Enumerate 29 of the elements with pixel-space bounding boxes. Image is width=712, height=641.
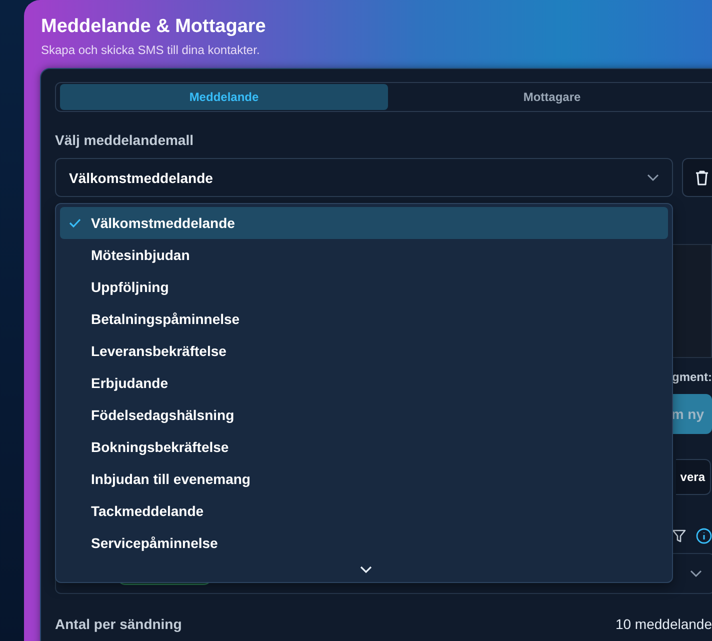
delete-button[interactable] — [682, 158, 712, 197]
menu-item[interactable]: Leveransbekräftelse — [60, 335, 668, 367]
scroll-down-icon[interactable] — [360, 566, 372, 574]
card-title: Meddelande & Mottagare — [41, 16, 267, 38]
menu-item[interactable]: Bokningsbekräftelse — [60, 431, 668, 463]
menu-item[interactable]: Erbjudande — [60, 367, 668, 399]
menu-item[interactable]: Födelsedagshälsning — [60, 399, 668, 431]
batch-label: Antal per sändning — [55, 616, 182, 632]
batch-value: 10 meddelande — [615, 616, 712, 632]
check-icon — [69, 218, 81, 228]
segment-label: gment: — [672, 370, 712, 384]
template-select[interactable]: Välkomstmeddelande — [55, 158, 673, 197]
menu-item[interactable]: Mötesinbjudan — [60, 239, 668, 271]
menu-item[interactable]: Välkomstmeddelande — [60, 207, 668, 239]
filter-icon[interactable] — [672, 529, 686, 543]
tab[interactable]: Meddelande — [60, 84, 388, 110]
chevron-down-icon — [647, 174, 659, 182]
chevron-down-icon — [690, 570, 702, 578]
field-label: Välj meddelandemall — [55, 132, 194, 148]
menu-item[interactable]: Betalningspåminnelse — [60, 303, 668, 335]
menu-item[interactable]: Uppföljning — [60, 271, 668, 303]
card-subtitle: Skapa och skicka SMS till dina kontakter. — [41, 43, 261, 57]
secondary-button[interactable]: vera — [676, 459, 711, 495]
menu-item[interactable]: Tackmeddelande — [60, 495, 668, 527]
info-icon[interactable] — [696, 528, 712, 544]
menu-item[interactable]: Inbjudan till evenemang — [60, 463, 668, 495]
tab[interactable]: Mottagare — [388, 84, 712, 110]
trash-icon — [695, 170, 709, 186]
menu-item[interactable]: Servicepåminnelse — [60, 527, 668, 559]
